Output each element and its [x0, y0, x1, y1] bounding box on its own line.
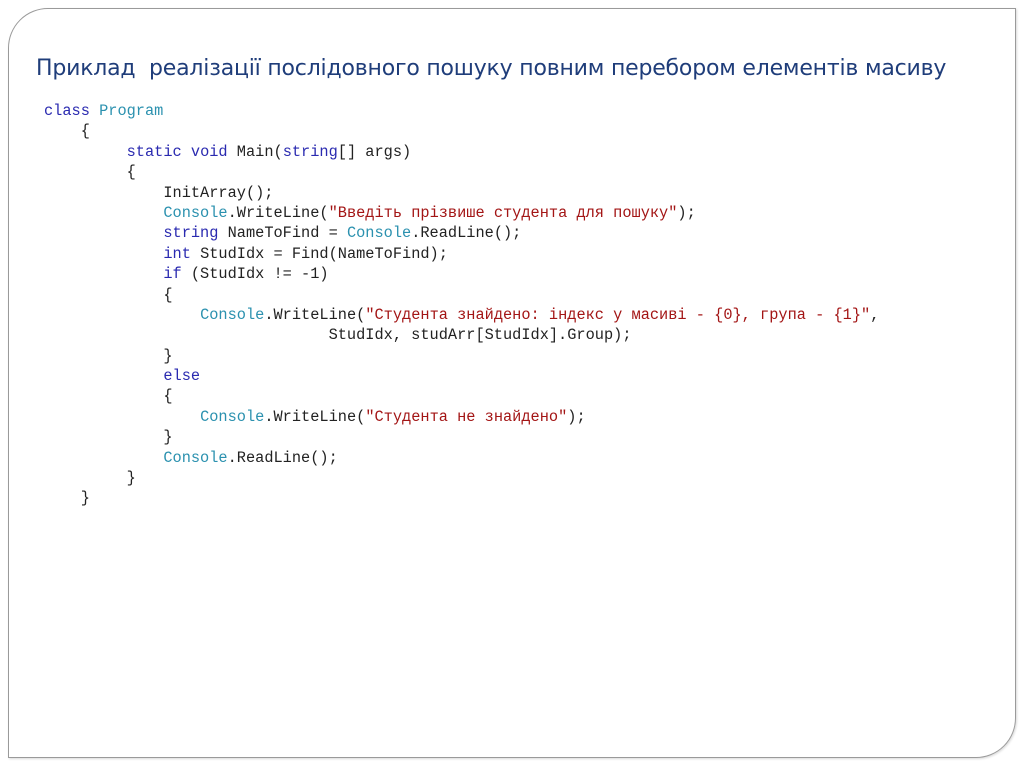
code-line: }: [44, 346, 879, 366]
code-text: }: [44, 489, 90, 508]
code-text: .ReadLine();: [411, 224, 522, 243]
code-text: }: [44, 428, 173, 447]
code-text: .WriteLine(: [264, 407, 366, 426]
code-line: {: [44, 386, 879, 406]
code-line: {: [44, 285, 879, 305]
code-line: }: [44, 488, 879, 508]
code-text: .WriteLine(: [264, 305, 366, 324]
code-line: else: [44, 366, 879, 386]
code-keyword: static: [126, 142, 182, 161]
code-type-name: Program: [99, 102, 164, 120]
code-string: "Введіть прізвише студента для пошуку": [328, 203, 678, 222]
code-text: .ReadLine();: [227, 448, 338, 467]
slide-title: Приклад реалізації послідовного пошуку п…: [36, 56, 947, 81]
code-text: StudIdx = Find(NameToFind);: [190, 244, 448, 263]
code-text: );: [677, 203, 696, 222]
code-line: InitArray();: [44, 183, 879, 203]
code-keyword: else: [163, 367, 201, 386]
code-type-name: Console: [163, 203, 228, 222]
code-type-name: Console: [346, 224, 412, 243]
code-text: {: [44, 163, 136, 182]
code-keyword: if: [163, 265, 182, 284]
code-line: Console.ReadLine();: [44, 448, 879, 468]
code-text: }: [44, 469, 136, 488]
code-line: string NameToFind = Console.ReadLine();: [44, 223, 879, 243]
code-keyword: int: [163, 244, 191, 263]
code-text: NameToFind =: [218, 224, 347, 243]
code-string: "Студента знайдено: індекс у масиві - {0…: [365, 305, 871, 324]
code-line: int StudIdx = Find(NameToFind);: [44, 244, 879, 264]
code-text: (StudIdx != -1): [181, 265, 329, 284]
code-text: Main(: [227, 142, 283, 161]
code-keyword: class: [44, 102, 90, 120]
code-line: }: [44, 468, 879, 488]
code-text: .WriteLine(: [227, 203, 329, 222]
code-type-name: Console: [200, 407, 265, 426]
code-text: InitArray();: [44, 183, 274, 202]
code-text: [] args): [337, 142, 412, 161]
code-text: {: [44, 122, 90, 141]
code-line: StudIdx, studArr[StudIdx].Group);: [44, 325, 879, 345]
code-line: static void Main(string[] args): [44, 142, 879, 162]
code-line: }: [44, 427, 879, 447]
code-line: Console.WriteLine("Студента знайдено: ін…: [44, 305, 879, 325]
code-keyword: void: [190, 142, 228, 161]
code-line: class Program: [44, 101, 879, 121]
code-listing: class Program { static void Main(string[…: [44, 101, 879, 509]
code-keyword: string: [282, 142, 338, 161]
code-text: );: [567, 407, 586, 426]
code-line: Console.WriteLine("Студента не знайдено"…: [44, 407, 879, 427]
code-line: Console.WriteLine("Введіть прізвише студ…: [44, 203, 879, 223]
code-type-name: Console: [163, 448, 228, 467]
code-keyword: string: [163, 224, 219, 243]
code-text: {: [44, 387, 173, 406]
code-text: }: [44, 346, 173, 365]
code-text: ,: [870, 305, 880, 324]
code-type-name: Console: [200, 305, 265, 324]
code-text: StudIdx, studArr[StudIdx].Group);: [44, 326, 632, 345]
code-line: {: [44, 162, 879, 182]
code-line: if (StudIdx != -1): [44, 264, 879, 284]
code-text: {: [44, 285, 173, 304]
code-string: "Студента не знайдено": [365, 407, 568, 426]
code-line: {: [44, 121, 879, 141]
